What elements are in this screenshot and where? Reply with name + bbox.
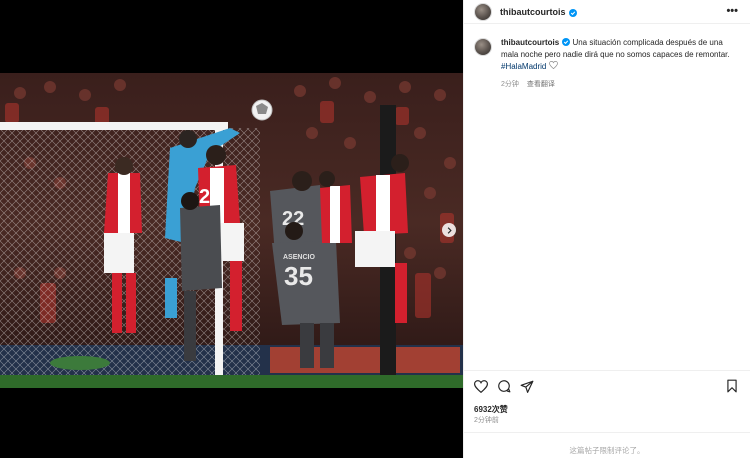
caption-avatar[interactable] <box>474 38 492 56</box>
post-dialog: 2 22 ASENCIO 35 thibautcourtois ••• thib… <box>0 0 750 458</box>
caption-meta: 2分钟 查看翻译 <box>501 79 742 91</box>
more-icon[interactable]: ••• <box>726 6 738 17</box>
translate-link[interactable]: 查看翻译 <box>527 81 555 88</box>
action-bar <box>474 378 738 394</box>
divider <box>464 370 750 371</box>
caption-time: 2分钟 <box>501 81 519 89</box>
caption: thibautcourtois Una situación complicada… <box>474 37 742 91</box>
header-username[interactable]: thibautcourtois <box>500 7 566 17</box>
avatar[interactable] <box>474 2 492 21</box>
caption-verified-icon <box>562 38 571 46</box>
post-side-panel: thibautcourtois ••• thibautcourtois Una … <box>463 0 750 458</box>
post-media: 2 22 ASENCIO 35 <box>0 0 463 458</box>
next-photo-button[interactable] <box>442 223 456 237</box>
divider <box>464 432 750 433</box>
share-icon[interactable] <box>520 380 534 393</box>
verified-icon <box>568 8 577 17</box>
post-photo[interactable]: 2 22 ASENCIO 35 <box>0 73 463 388</box>
like-count[interactable]: 6932次赞 <box>474 404 508 415</box>
post-time: 2分钟前 <box>474 417 499 424</box>
caption-body: thibautcourtois Una situación complicada… <box>501 37 742 91</box>
bookmark-icon[interactable] <box>726 379 738 393</box>
caption-username[interactable]: thibautcourtois <box>501 38 559 47</box>
player-name-asencio: ASENCIO <box>283 254 315 261</box>
next-icon <box>446 226 453 234</box>
heart-icon[interactable] <box>474 379 488 393</box>
caption-heart-icon[interactable] <box>549 60 559 73</box>
comment-icon[interactable] <box>497 379 511 393</box>
post-header: thibautcourtois ••• <box>464 0 750 24</box>
player-number-2: 2 <box>199 186 210 208</box>
comments-closed-notice: 这篇帖子限制评论了。 <box>569 446 645 455</box>
hashtag-link[interactable]: #HalaMadrid <box>501 62 546 71</box>
player-number-35: 35 <box>284 261 313 291</box>
